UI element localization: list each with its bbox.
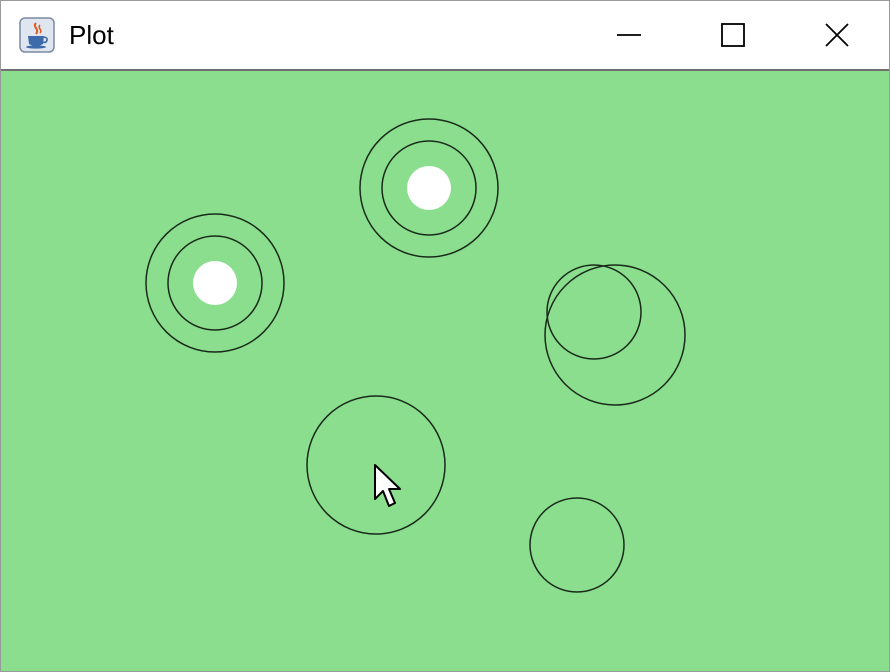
title-bar[interactable]: Plot [1, 1, 889, 69]
plot-canvas[interactable] [1, 69, 889, 671]
minimize-icon [617, 34, 641, 36]
ring-bottom-right [529, 497, 625, 593]
java-cup-icon [19, 17, 55, 53]
white-dot [407, 166, 451, 210]
window-title: Plot [69, 20, 114, 50]
bubble-group-left [145, 213, 285, 353]
plot-drawing [145, 118, 686, 593]
close-button[interactable] [785, 1, 889, 69]
plot-window: Plot [0, 0, 890, 672]
minimize-button[interactable] [577, 1, 681, 69]
close-icon [825, 23, 849, 47]
maximize-button[interactable] [681, 1, 785, 69]
white-dot [193, 261, 237, 305]
arrow-cursor-icon [374, 464, 401, 507]
ring [544, 264, 686, 406]
bubble-group-right [544, 264, 686, 406]
ring [546, 264, 642, 360]
maximize-icon [721, 23, 745, 47]
bubble-group-top [359, 118, 499, 258]
